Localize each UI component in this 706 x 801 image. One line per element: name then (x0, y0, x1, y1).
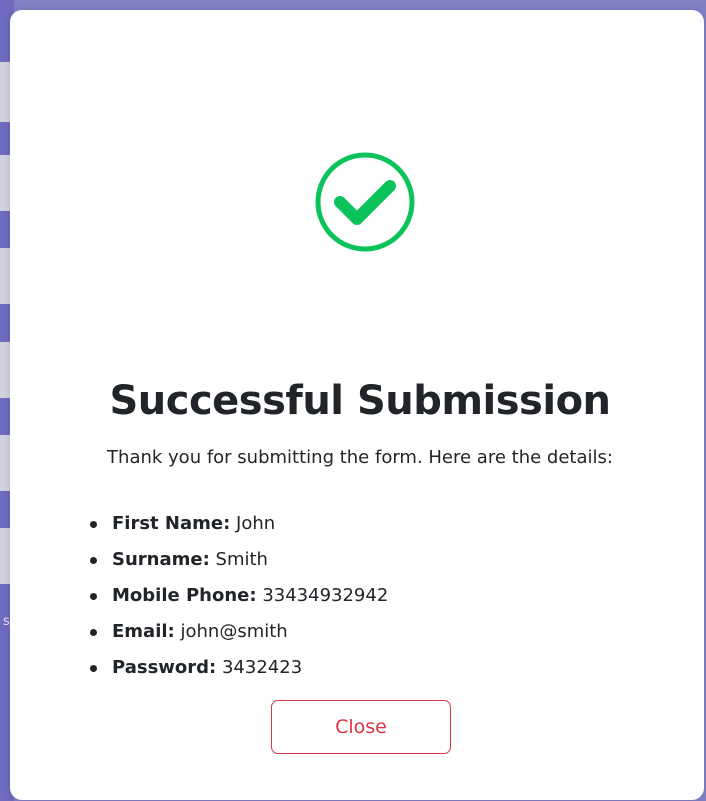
detail-surname: Surname: Smith (89, 542, 388, 578)
detail-label: Surname: (112, 549, 210, 570)
detail-value: 33434932942 (262, 585, 389, 606)
success-modal: Successful Submission Thank you for subm… (10, 10, 704, 800)
background-text-fragment: s (3, 614, 10, 629)
detail-value: Smith (215, 549, 268, 570)
submission-details-list: First Name: John Surname: Smith Mobile P… (89, 506, 389, 686)
detail-value: 3432423 (221, 657, 303, 678)
detail-value: john@smith (180, 621, 288, 642)
detail-mobile-phone: Mobile Phone: 33434932942 (89, 578, 389, 614)
detail-value: John (236, 513, 276, 534)
detail-password: Password: 3432423 (89, 650, 388, 686)
close-button[interactable]: Close (271, 700, 451, 754)
detail-label: First Name: (112, 513, 231, 534)
detail-label: Mobile Phone: (112, 585, 257, 606)
detail-email: Email: john@smith (89, 614, 388, 650)
modal-intro-text: Thank you for submitting the form. Here … (107, 447, 613, 468)
detail-label: Email: (112, 621, 175, 642)
detail-first-name: First Name: John (89, 506, 388, 542)
check-circle-icon (315, 152, 415, 252)
detail-label: Password: (112, 657, 217, 678)
modal-title: Successful Submission (109, 378, 611, 424)
